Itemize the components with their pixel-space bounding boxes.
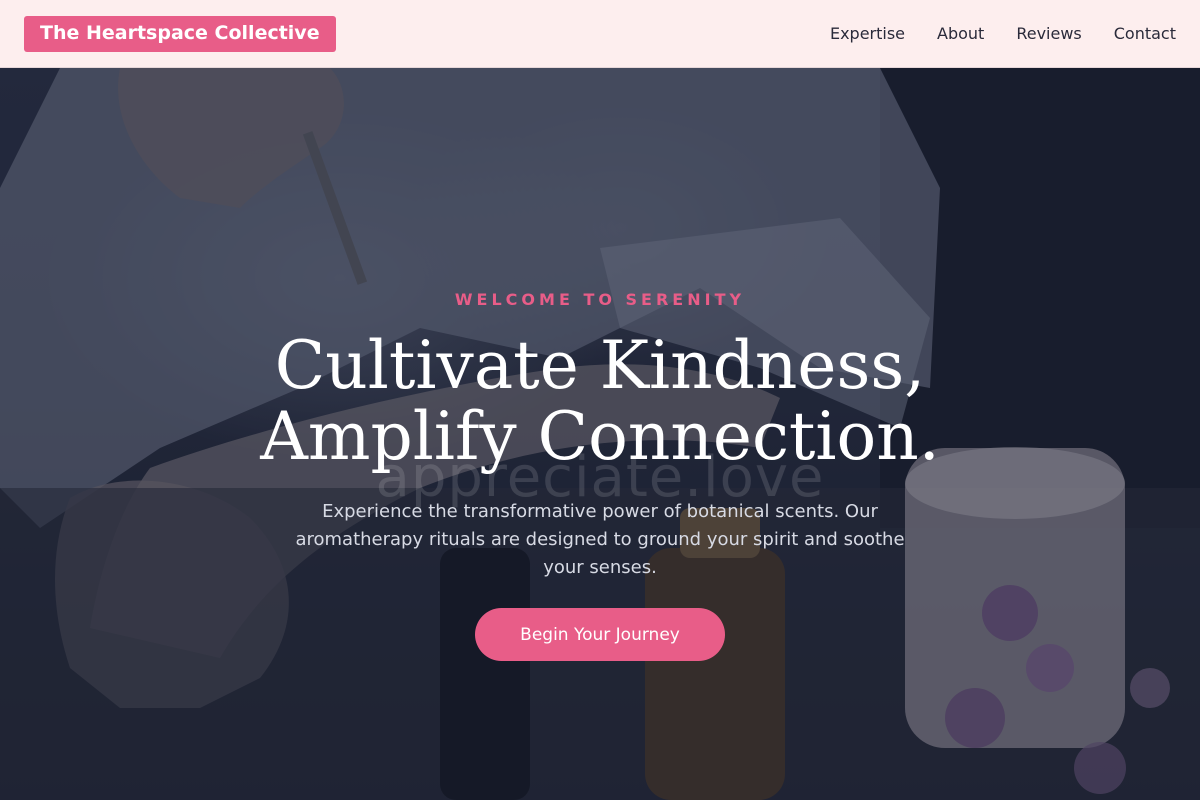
headline-line-1: Cultivate Kindness, <box>274 327 926 404</box>
hero-section: WELCOME TO SERENITY appreciate.love Cult… <box>0 68 1200 800</box>
site-header: The Heartspace Collective Expertise Abou… <box>0 0 1200 68</box>
nav-item-reviews[interactable]: Reviews <box>1016 24 1081 43</box>
hero-content: WELCOME TO SERENITY appreciate.love Cult… <box>0 68 1200 800</box>
nav-item-about[interactable]: About <box>937 24 984 43</box>
nav-item-contact[interactable]: Contact <box>1114 24 1176 43</box>
nav-item-expertise[interactable]: Expertise <box>830 24 905 43</box>
hero-headline: Cultivate Kindness, Amplify Connection. <box>0 330 1200 472</box>
brand-logo[interactable]: The Heartspace Collective <box>24 15 336 52</box>
hero-subtext: Experience the transformative power of b… <box>295 501 905 578</box>
headline-line-2: Amplify Connection. <box>260 398 940 475</box>
main-nav: Expertise About Reviews Contact <box>830 24 1176 43</box>
hero-eyebrow: WELCOME TO SERENITY <box>454 290 746 309</box>
begin-journey-button[interactable]: Begin Your Journey <box>475 608 725 661</box>
